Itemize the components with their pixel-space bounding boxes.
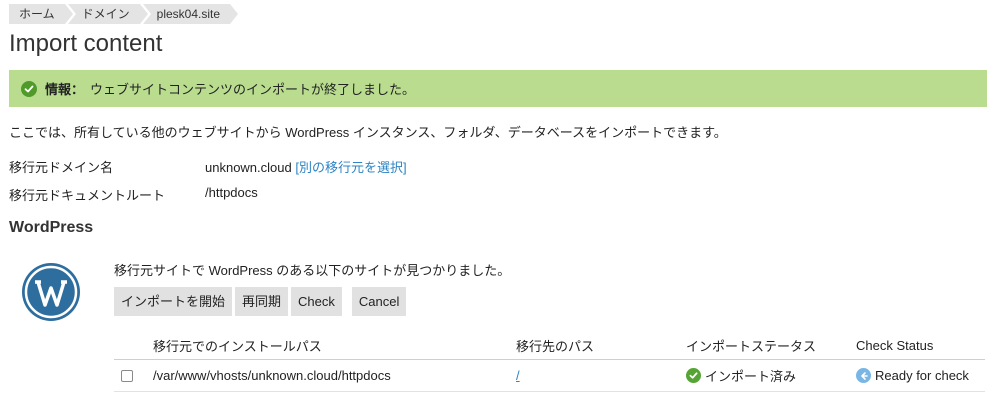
wordpress-description: 移行元サイトで WordPress のある以下のサイトが見つかりました。 [114, 263, 511, 278]
breadcrumb-domains[interactable]: ドメイン [67, 4, 151, 24]
source-domain-value: unknown.cloud [205, 160, 292, 175]
table-row: /var/www/vhosts/unknown.cloud/httpdocs /… [114, 360, 985, 392]
table-header: 移行元でのインストールパス 移行先のパス インポートステータス Check St… [114, 331, 985, 360]
intro-text: ここでは、所有している他のウェブサイトから WordPress インスタンス、フ… [9, 125, 727, 140]
cancel-button[interactable]: Cancel [351, 287, 407, 316]
check-circle-icon [21, 80, 37, 97]
info-message-label: 情報： [45, 82, 85, 97]
resync-button[interactable]: 再同期 [235, 287, 289, 316]
arrow-left-icon [856, 368, 871, 383]
wordpress-logo-icon [22, 263, 80, 321]
header-source-path[interactable]: 移行元でのインストールパス [153, 331, 322, 359]
info-message-text: ウェブサイトコンテンツのインポートが終了しました。 [90, 82, 416, 97]
success-check-icon [686, 368, 701, 383]
wordpress-section-title: WordPress [9, 219, 94, 236]
row-check-status: Ready for check [856, 360, 969, 391]
row-checkbox[interactable] [121, 369, 133, 382]
header-import-status[interactable]: インポートステータス [686, 331, 816, 359]
header-dest-path[interactable]: 移行先のパス [516, 331, 594, 359]
row-dest-path-cell: / [516, 360, 520, 391]
header-check-status[interactable]: Check Status [856, 331, 933, 359]
doc-root-value: /httpdocs [205, 185, 258, 200]
row-check-status-text: Ready for check [875, 368, 969, 383]
row-source-path: /var/www/vhosts/unknown.cloud/httpdocs [153, 368, 391, 383]
wordpress-table: 移行元でのインストールパス 移行先のパス インポートステータス Check St… [114, 331, 985, 392]
row-import-status-text: インポート済み [705, 369, 797, 384]
breadcrumb: ホーム ドメイン plesk04.site [9, 4, 242, 24]
source-domain-value-row: unknown.cloud [別の移行元を選択] [205, 157, 407, 176]
breadcrumb-site[interactable]: plesk04.site [142, 4, 242, 24]
change-source-link[interactable]: [別の移行元を選択] [295, 160, 406, 175]
row-dest-path-link[interactable]: / [516, 368, 520, 383]
row-select-cell [121, 360, 133, 391]
start-import-button[interactable]: インポートを開始 [114, 287, 233, 316]
wordpress-toolbar: インポートを開始 再同期 Check Cancel [114, 287, 409, 316]
check-button[interactable]: Check [291, 287, 342, 316]
page-title: Import content [9, 30, 163, 57]
source-domain-label: 移行元ドメイン名 [9, 160, 114, 175]
info-message: 情報： ウェブサイトコンテンツのインポートが終了しました。 [9, 70, 987, 107]
doc-root-label: 移行元ドキュメントルート [9, 188, 166, 203]
breadcrumb-home[interactable]: ホーム [9, 4, 76, 24]
row-import-status: インポート済み [686, 360, 796, 391]
